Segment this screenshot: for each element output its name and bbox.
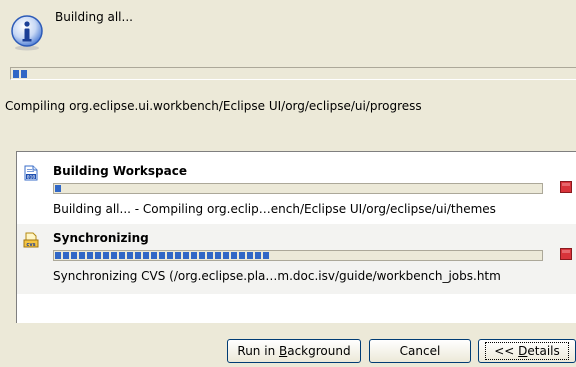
progress-dialog: Building all... Compiling org.eclipse.ui… <box>0 0 576 367</box>
cancel-button[interactable]: Cancel <box>369 339 471 363</box>
job-item-synchronizing[interactable]: cvs Synchronizing Synchronizing CVS (/or… <box>17 224 576 294</box>
details-button[interactable]: << Details <box>478 339 576 363</box>
current-subtask: Compiling org.eclipse.ui.workbench/Eclip… <box>5 99 422 113</box>
svg-text:cvs: cvs <box>26 242 35 248</box>
run-in-background-button[interactable]: Run in Background <box>227 339 361 363</box>
jobs-list[interactable]: 010 Building Workspace Building all... -… <box>16 151 576 323</box>
button-label: Cancel <box>399 344 441 358</box>
dialog-header: Building all... <box>0 0 576 56</box>
job-status-text: Building all... - Compiling org.eclip…en… <box>53 202 496 216</box>
stop-icon[interactable] <box>560 248 572 260</box>
job-item-building-workspace[interactable]: 010 Building Workspace Building all... -… <box>17 157 576 227</box>
svg-text:010: 010 <box>27 174 35 180</box>
stop-icon[interactable] <box>560 181 572 193</box>
dialog-title: Building all... <box>55 10 133 24</box>
button-label: Run in Background <box>237 344 351 358</box>
job-title: Synchronizing <box>53 231 149 245</box>
overall-progress-fill <box>13 70 27 78</box>
job-progress-bar <box>53 183 543 194</box>
overall-progress-bar <box>10 67 576 80</box>
job-progress-bar <box>53 250 543 261</box>
job-progress-fill <box>55 185 61 192</box>
cvs-icon: cvs <box>23 232 39 248</box>
binary-file-icon: 010 <box>24 165 38 181</box>
button-label: << Details <box>485 342 569 360</box>
job-status-text: Synchronizing CVS (/org.eclipse.pla…m.do… <box>53 269 501 283</box>
job-progress-fill <box>55 252 269 259</box>
info-icon <box>11 15 43 51</box>
job-title: Building Workspace <box>53 164 187 178</box>
